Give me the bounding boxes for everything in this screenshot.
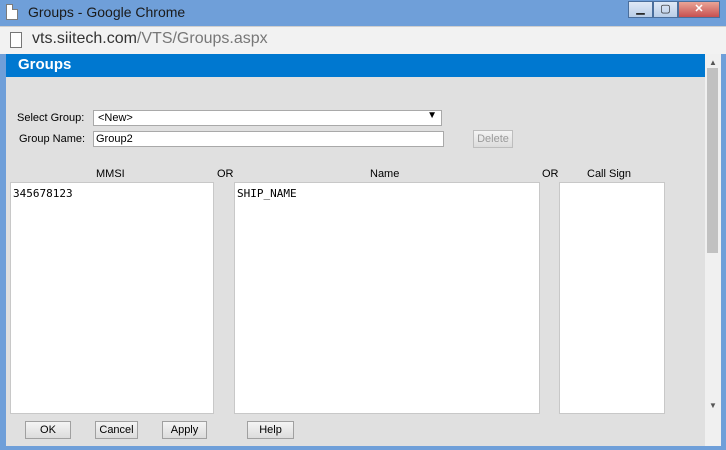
url-path: /VTS/Groups.aspx [136,30,268,47]
dropdown-arrow-icon: ▼ [427,110,437,121]
help-button[interactable]: Help [247,421,294,439]
maximize-button[interactable]: ▢ [653,1,678,18]
mmsi-textarea[interactable]: 345678123 [10,182,214,414]
name-textarea[interactable]: SHIP_NAME [234,182,540,414]
window-title: Groups - Google Chrome [28,4,186,20]
browser-window: Groups - Google Chrome ▁ ▢ ✕ vts.siitech… [0,0,726,450]
group-name-label: Group Name: [19,133,86,145]
or-label-2: OR [542,168,559,180]
url-text[interactable]: vts.siitech.com/VTS/Groups.aspx [32,30,268,48]
window-border-bottom [0,446,726,450]
scrollbar-thumb[interactable] [707,68,718,253]
close-button[interactable]: ✕ [678,1,720,18]
callsign-textarea[interactable] [559,182,665,414]
select-group-dropdown[interactable]: <New> ▼ [93,110,442,126]
name-column-label: Name [370,168,400,180]
scroll-up-icon[interactable]: ▲ [705,58,721,68]
select-group-label: Select Group: [17,112,85,124]
page-content: Groups Select Group: <New> ▼ Group Name:… [6,54,721,446]
page-icon [6,4,18,20]
cancel-button[interactable]: Cancel [95,421,138,439]
page-header: Groups [6,54,705,77]
ok-button[interactable]: OK [25,421,71,439]
title-bar: Groups - Google Chrome ▁ ▢ ✕ [0,0,726,26]
page-title: Groups [18,56,72,73]
delete-button[interactable]: Delete [473,130,513,148]
vertical-scrollbar[interactable]: ▲ ▼ [705,54,721,446]
or-label-1: OR [217,168,234,180]
callsign-column-label: Call Sign [587,168,632,180]
group-name-input[interactable]: Group2 [93,131,444,147]
minimize-button[interactable]: ▁ [628,1,653,18]
address-bar[interactable]: vts.siitech.com/VTS/Groups.aspx [0,26,726,54]
select-group-value: <New> [98,112,133,124]
apply-button[interactable]: Apply [162,421,207,439]
document-icon [10,32,22,48]
scroll-down-icon[interactable]: ▼ [705,401,721,411]
mmsi-column-label: MMSI [96,168,125,180]
url-domain: vts.siitech.com [32,30,137,47]
